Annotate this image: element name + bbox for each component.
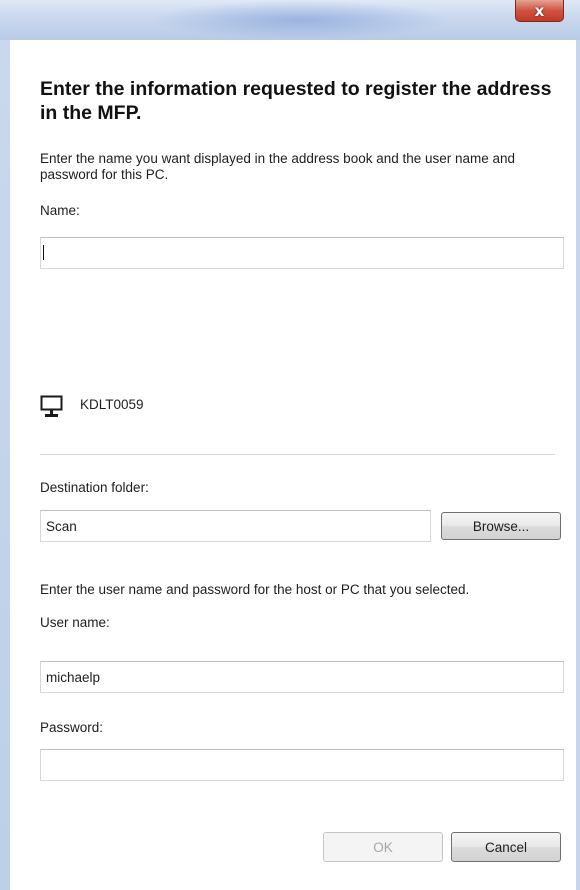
- name-input[interactable]: [40, 237, 564, 269]
- section-divider: [40, 454, 555, 455]
- name-label: Name:: [40, 203, 80, 218]
- dialog-heading: Enter the information requested to regis…: [40, 78, 552, 124]
- password-input[interactable]: [40, 749, 564, 781]
- password-label: Password:: [40, 720, 104, 735]
- close-button[interactable]: x: [515, 0, 564, 22]
- window-frame-right: [576, 40, 580, 890]
- destination-folder-label: Destination folder:: [40, 480, 149, 495]
- destination-folder-input[interactable]: [40, 510, 431, 542]
- user-name-input[interactable]: [40, 661, 564, 693]
- computer-monitor-icon: [40, 395, 63, 417]
- title-bar[interactable]: [0, 0, 580, 40]
- close-icon: x: [534, 1, 545, 20]
- title-bar-glow: [150, 0, 450, 40]
- dialog-body: Enter the information requested to regis…: [10, 40, 576, 890]
- window-frame-left: [0, 40, 10, 890]
- intro-text: Enter the name you want displayed in the…: [40, 151, 516, 182]
- ok-button[interactable]: OK: [323, 832, 443, 862]
- host-name: KDLT0059: [80, 397, 144, 412]
- cancel-button[interactable]: Cancel: [451, 832, 561, 862]
- browse-button[interactable]: Browse...: [441, 512, 561, 540]
- text-caret: [43, 245, 44, 260]
- user-name-label: User name:: [40, 615, 110, 630]
- credentials-text: Enter the user name and password for the…: [40, 582, 470, 597]
